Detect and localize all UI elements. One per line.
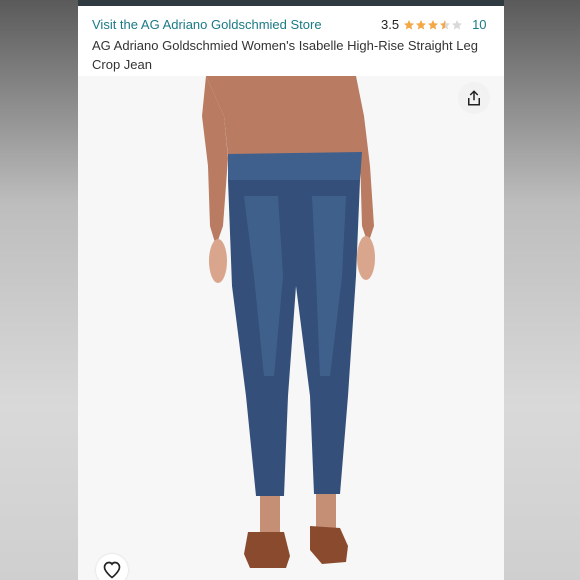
star-icon [416,19,427,30]
star-half-icon [440,19,451,30]
product-header: Visit the AG Adriano Goldschmied Store 3… [78,6,504,76]
product-image-area[interactable] [78,76,504,580]
background-left [0,0,78,580]
store-link[interactable]: Visit the AG Adriano Goldschmied Store [92,17,322,32]
rating-summary[interactable]: 3.5 10 [381,17,487,32]
rating-value: 3.5 [381,17,400,32]
product-title: AG Adriano Goldschmied Women's Isabelle … [92,38,478,72]
product-screen: Visit the AG Adriano Goldschmied Store 3… [78,6,504,580]
star-icon [428,19,439,30]
wishlist-button[interactable] [96,554,128,580]
star-empty-icon [452,19,463,30]
star-icon [404,19,415,30]
heart-icon [103,561,121,579]
rating-stars [403,19,463,31]
product-image [202,76,375,568]
background-right [504,0,580,580]
share-button[interactable] [458,82,490,114]
rating-count[interactable]: 10 [472,17,486,32]
share-icon [468,90,480,106]
